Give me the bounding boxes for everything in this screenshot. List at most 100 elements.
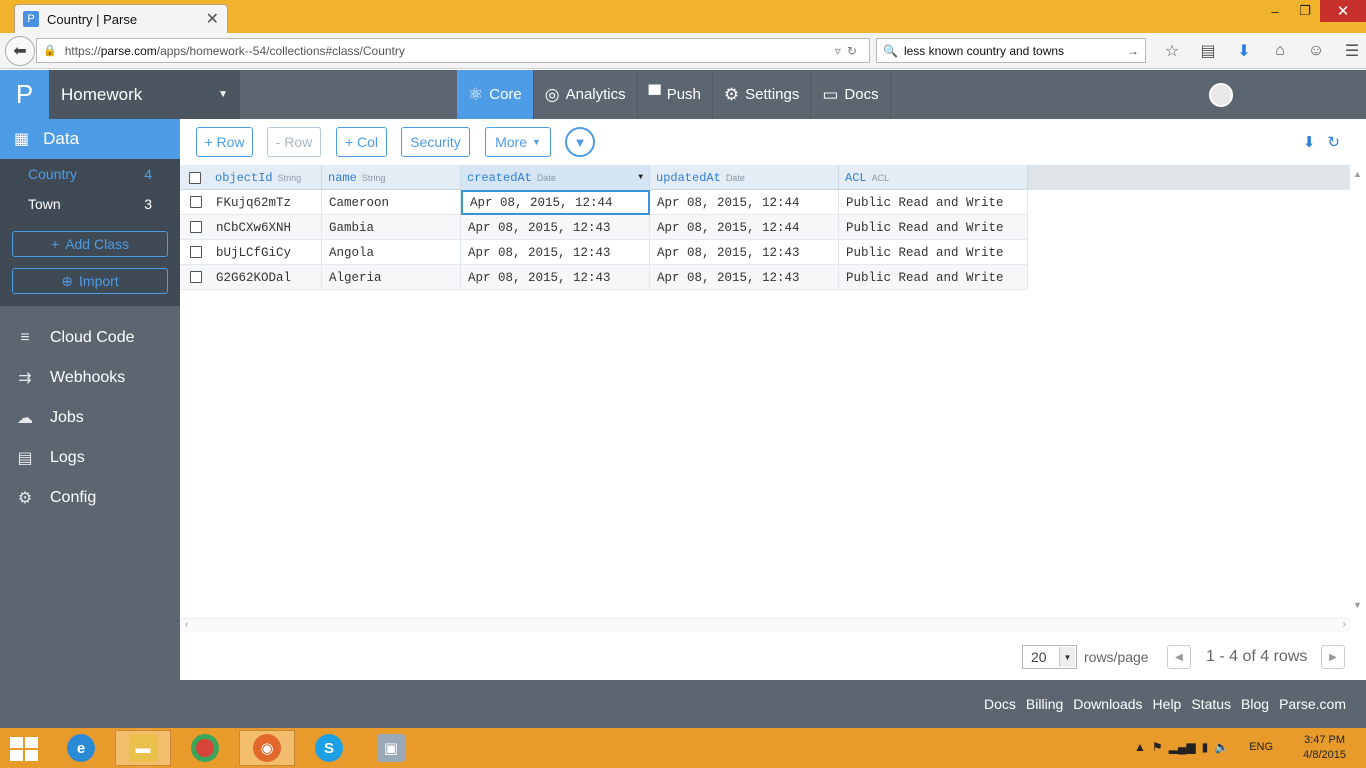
next-page-button[interactable]: ▶ bbox=[1321, 645, 1345, 669]
nav-docs[interactable]: ▭ Docs bbox=[811, 70, 891, 119]
scroll-up-icon[interactable]: ▲ bbox=[1353, 169, 1362, 179]
sidebar-item-logs[interactable]: ▤ Logs bbox=[0, 438, 180, 478]
row-checkbox[interactable] bbox=[190, 246, 202, 258]
horizontal-scrollbar[interactable]: ‹ › bbox=[180, 618, 1350, 632]
app-switcher[interactable]: Homework ▼ bbox=[49, 70, 240, 119]
scroll-right-icon[interactable]: › bbox=[1343, 619, 1346, 630]
add-class-button[interactable]: + Add Class bbox=[12, 231, 168, 257]
column-header-name[interactable]: name String bbox=[322, 165, 461, 190]
restore-icon[interactable]: ❐ bbox=[1290, 0, 1320, 22]
cell-name[interactable]: Cameroon bbox=[322, 190, 461, 215]
cell-updatedat[interactable]: Apr 08, 2015, 12:44 bbox=[650, 215, 839, 240]
sidebar-class-country[interactable]: Country 4 bbox=[0, 159, 180, 189]
parse-logo-icon[interactable]: P bbox=[0, 70, 49, 119]
sidebar-class-town[interactable]: Town 3 bbox=[0, 189, 180, 219]
signal-icon[interactable]: ▂▄▆ bbox=[1169, 740, 1196, 754]
vertical-scrollbar[interactable]: ▲ ▼ bbox=[1350, 165, 1366, 618]
row-checkbox[interactable] bbox=[190, 196, 202, 208]
ie-app-icon[interactable]: e bbox=[53, 730, 109, 766]
export-icon[interactable]: ⬇ bbox=[1303, 133, 1316, 151]
skype-app-icon[interactable]: S bbox=[301, 730, 357, 766]
cell-name[interactable]: Angola bbox=[322, 240, 461, 265]
rows-per-page-select[interactable]: 20 ▼ bbox=[1022, 645, 1077, 669]
chrome-app-icon[interactable] bbox=[177, 730, 233, 766]
download-icon[interactable]: ⬇ bbox=[1226, 41, 1262, 61]
cell-name[interactable]: Algeria bbox=[322, 265, 461, 290]
cell-objectid[interactable]: nCbCXw6XNH bbox=[209, 215, 322, 240]
cell-updatedat[interactable]: Apr 08, 2015, 12:44 bbox=[650, 190, 839, 215]
sidebar-item-jobs[interactable]: ☁ Jobs bbox=[0, 398, 180, 438]
sidebar-item-cloud-code[interactable]: ≡ Cloud Code bbox=[0, 318, 180, 358]
system-clock[interactable]: 3:47 PM 4/8/2015 bbox=[1303, 733, 1346, 763]
avatar[interactable] bbox=[1209, 83, 1233, 107]
cell-objectid[interactable]: G2G62KODal bbox=[209, 265, 322, 290]
window-close-icon[interactable]: ✕ bbox=[1320, 0, 1366, 22]
prev-page-button[interactable]: ◀ bbox=[1167, 645, 1191, 669]
windows-start-icon[interactable] bbox=[10, 737, 38, 761]
cell-updatedat[interactable]: Apr 08, 2015, 12:43 bbox=[650, 240, 839, 265]
footer-link-status[interactable]: Status bbox=[1191, 696, 1231, 712]
column-header-acl[interactable]: ACL ACL bbox=[839, 165, 1028, 190]
cell-updatedat[interactable]: Apr 08, 2015, 12:43 bbox=[650, 265, 839, 290]
cell-acl[interactable]: Public Read and Write bbox=[839, 240, 1028, 265]
nav-push[interactable]: ▀ Push bbox=[638, 70, 713, 119]
cell-createdat[interactable]: Apr 08, 2015, 12:43 bbox=[461, 215, 650, 240]
column-header-createdat[interactable]: createdAt Date ▼ bbox=[461, 165, 650, 190]
file-explorer-app-icon[interactable]: ▬ bbox=[115, 730, 171, 766]
smiley-icon[interactable]: ☺ bbox=[1298, 41, 1334, 61]
battery-icon[interactable]: ▮ bbox=[1202, 740, 1209, 754]
import-button[interactable]: ⊕ Import bbox=[12, 268, 168, 294]
sidebar-item-data[interactable]: ▦ Data bbox=[0, 119, 180, 159]
cell-acl[interactable]: Public Read and Write bbox=[839, 265, 1028, 290]
cell-acl[interactable]: Public Read and Write bbox=[839, 190, 1028, 215]
table-row[interactable]: FKujq62mTz Cameroon Apr 08, 2015, 12:44 … bbox=[180, 190, 1028, 215]
cell-createdat[interactable]: Apr 08, 2015, 12:43 bbox=[461, 240, 650, 265]
tab-close-icon[interactable]: ✕ bbox=[206, 9, 219, 29]
row-checkbox[interactable] bbox=[190, 221, 202, 233]
cell-objectid[interactable]: FKujq62mTz bbox=[209, 190, 322, 215]
search-input[interactable]: 🔍 less known country and towns → bbox=[876, 38, 1146, 63]
sidebar-item-webhooks[interactable]: ⇉ Webhooks bbox=[0, 358, 180, 398]
sidebar-item-config[interactable]: ⚙ Config bbox=[0, 478, 180, 518]
tray-expand-icon[interactable]: ▲ bbox=[1134, 740, 1146, 754]
url-bar[interactable]: 🔒 https://parse.com/apps/homework--54/co… bbox=[36, 38, 870, 63]
minimize-icon[interactable]: – bbox=[1260, 0, 1290, 22]
firefox-app-icon[interactable]: ◉ bbox=[239, 730, 295, 766]
filter-icon[interactable]: ▼ bbox=[565, 127, 595, 157]
home-icon[interactable]: ⌂ bbox=[1262, 41, 1298, 61]
nav-core[interactable]: ⚛ Core bbox=[457, 70, 534, 119]
cell-createdat[interactable]: Apr 08, 2015, 12:44 bbox=[461, 190, 650, 215]
search-go-arrow-icon[interactable]: → bbox=[1127, 44, 1139, 58]
nav-settings[interactable]: ⚙ Settings bbox=[713, 70, 812, 119]
scroll-left-icon[interactable]: ‹ bbox=[185, 619, 188, 630]
language-indicator[interactable]: ENG bbox=[1249, 741, 1273, 753]
remove-row-button[interactable]: - Row bbox=[267, 127, 321, 157]
footer-link-docs[interactable]: Docs bbox=[984, 696, 1016, 712]
cell-objectid[interactable]: bUjLCfGiCy bbox=[209, 240, 322, 265]
reading-list-icon[interactable]: ▤ bbox=[1190, 41, 1226, 61]
cell-acl[interactable]: Public Read and Write bbox=[839, 215, 1028, 240]
bookmark-star-icon[interactable]: ☆ bbox=[1154, 41, 1190, 61]
column-header-objectid[interactable]: objectId String bbox=[209, 165, 322, 190]
back-arrow-icon[interactable]: ⬅ bbox=[5, 36, 35, 66]
nav-analytics[interactable]: ◎ Analytics bbox=[534, 70, 638, 119]
volume-icon[interactable]: 🔈 bbox=[1214, 740, 1229, 754]
footer-link-billing[interactable]: Billing bbox=[1026, 696, 1063, 712]
add-row-button[interactable]: + Row bbox=[196, 127, 253, 157]
refresh-icon[interactable]: ↻ bbox=[1327, 133, 1340, 151]
row-checkbox[interactable] bbox=[190, 271, 202, 283]
footer-link-help[interactable]: Help bbox=[1153, 696, 1182, 712]
select-all-checkbox[interactable] bbox=[189, 172, 201, 184]
add-col-button[interactable]: + Col bbox=[336, 127, 387, 157]
monitor-app-icon[interactable]: ▣ bbox=[363, 730, 419, 766]
footer-link-downloads[interactable]: Downloads bbox=[1073, 696, 1142, 712]
reload-icon[interactable]: ▿↻ bbox=[835, 44, 863, 58]
column-header-updatedat[interactable]: updatedAt Date bbox=[650, 165, 839, 190]
more-button[interactable]: More ▼ bbox=[485, 127, 551, 157]
security-button[interactable]: Security bbox=[401, 127, 470, 157]
menu-icon[interactable]: ☰ bbox=[1334, 41, 1366, 61]
footer-link-blog[interactable]: Blog bbox=[1241, 696, 1269, 712]
scroll-down-icon[interactable]: ▼ bbox=[1353, 600, 1362, 610]
cell-name[interactable]: Gambia bbox=[322, 215, 461, 240]
cell-createdat[interactable]: Apr 08, 2015, 12:43 bbox=[461, 265, 650, 290]
